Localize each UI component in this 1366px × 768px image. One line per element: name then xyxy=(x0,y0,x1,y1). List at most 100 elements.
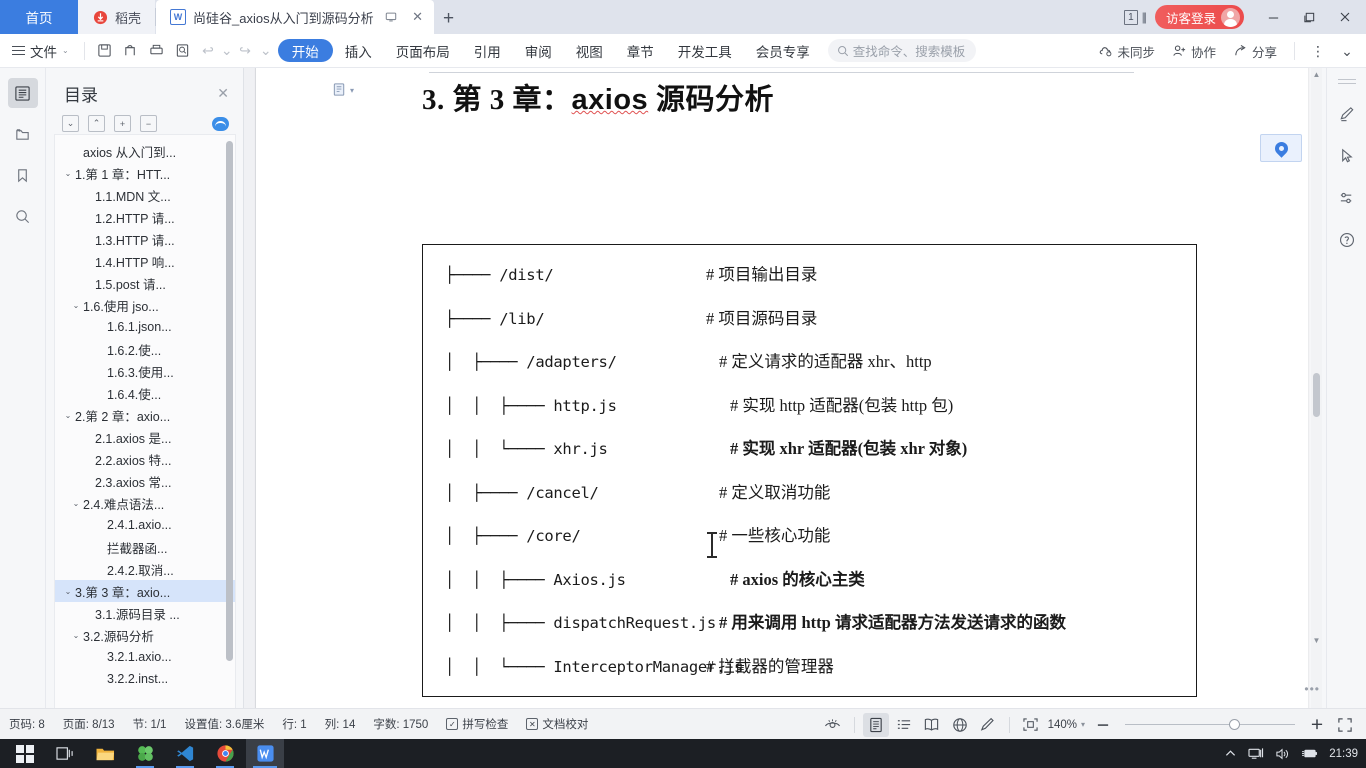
toc-item[interactable]: 3.2.2.inst... xyxy=(55,668,235,690)
toc-item[interactable]: 1.3.HTTP 请... xyxy=(55,228,235,250)
window-minimize-button[interactable] xyxy=(1256,2,1290,32)
toc-scrollbar-thumb[interactable] xyxy=(226,141,233,661)
collaborate-button[interactable]: 协作 xyxy=(1165,38,1223,64)
tab-member-exclusive[interactable]: 会员专享 xyxy=(744,39,822,62)
taskbar-clock[interactable]: 21:39 xyxy=(1329,748,1358,760)
toc-item[interactable]: 2.4.1.axio... xyxy=(55,514,235,536)
status-item[interactable]: 节: 1/1 xyxy=(124,716,176,732)
tab-start[interactable]: 开始 xyxy=(277,39,333,62)
toc-item[interactable]: 1.5.post 请... xyxy=(55,272,235,294)
clover-app-icon[interactable] xyxy=(126,739,164,768)
file-explorer-icon[interactable] xyxy=(86,739,124,768)
eye-icon[interactable] xyxy=(820,713,846,737)
tab-docker[interactable]: 稻壳 xyxy=(78,0,156,34)
tab-home[interactable]: 首页 xyxy=(0,0,78,34)
folder-icon[interactable] xyxy=(8,119,38,149)
tab-detach-icon[interactable] xyxy=(381,7,401,27)
chrome-icon[interactable] xyxy=(206,739,244,768)
status-item[interactable]: 字数: 1750 xyxy=(364,716,437,732)
status-item[interactable]: 行: 1 xyxy=(273,716,315,732)
volume-icon[interactable] xyxy=(1275,747,1290,761)
toc-item[interactable]: 2.2.axios 特... xyxy=(55,448,235,470)
print-icon[interactable] xyxy=(144,38,170,64)
status-item[interactable]: 页码: 8 xyxy=(0,716,54,732)
sync-toc-icon[interactable] xyxy=(212,116,229,131)
redo-icon[interactable] xyxy=(232,38,258,64)
zoom-level-label[interactable]: 140% ▾ xyxy=(1046,719,1088,731)
battery-icon[interactable] xyxy=(1301,747,1318,760)
web-view-icon[interactable] xyxy=(947,713,973,737)
tab-page-layout[interactable]: 页面布局 xyxy=(384,39,462,62)
toc-item[interactable]: 1.6.1.json... xyxy=(55,316,235,338)
command-search-box[interactable]: 查找命令、搜索模板 xyxy=(827,39,977,62)
expand-down-icon[interactable]: ⌄ xyxy=(62,115,79,132)
toc-item[interactable]: 1.1.MDN 文... xyxy=(55,184,235,206)
chevron-down-icon[interactable]: ⌄ xyxy=(61,169,75,178)
bookmark-icon[interactable] xyxy=(8,160,38,190)
location-pin-button[interactable] xyxy=(1260,134,1302,162)
toc-item[interactable]: 3.1.源码目录 ... xyxy=(55,602,235,624)
document-vertical-scrollbar[interactable]: ▲ ▼ xyxy=(1311,68,1322,708)
paste-options-icon[interactable]: ▾ xyxy=(332,82,354,98)
pen-highlight-icon[interactable] xyxy=(1333,101,1361,127)
document-page[interactable]: ▾ 3. 第 3 章：axios 源码分析 ├──── /dist/ # 项目输出… xyxy=(256,68,1308,708)
drag-handle-icon[interactable] xyxy=(1337,76,1356,85)
print-preview-icon[interactable] xyxy=(118,38,144,64)
sync-status-button[interactable]: 未同步 xyxy=(1091,38,1162,64)
toc-item[interactable]: 拦截器函... xyxy=(55,536,235,558)
scroll-more-options-icon[interactable]: ••• xyxy=(1304,682,1320,696)
more-options-icon[interactable]: ⋮ xyxy=(1305,38,1331,64)
toc-item[interactable]: 1.2.HTTP 请... xyxy=(55,206,235,228)
chevron-up-icon[interactable] xyxy=(1224,748,1237,759)
customize-quick-access-icon[interactable]: ⌄ xyxy=(258,38,274,64)
plus-icon[interactable]: + xyxy=(114,115,131,132)
network-icon[interactable] xyxy=(1248,747,1264,761)
outline-view-icon[interactable] xyxy=(891,713,917,737)
tab-insert[interactable]: 插入 xyxy=(333,39,384,62)
find-icon[interactable] xyxy=(170,38,196,64)
help-circle-icon[interactable] xyxy=(1333,227,1361,253)
fit-page-icon[interactable] xyxy=(1018,713,1044,737)
spellcheck-toggle[interactable]: ✓ 拼写检查 xyxy=(437,716,517,732)
tab-close-icon[interactable]: ✕ xyxy=(408,7,428,27)
chevron-down-icon[interactable]: ⌄ xyxy=(61,587,75,596)
tab-document[interactable]: W 尚硅谷_axios从入门到源码分析 ✕ xyxy=(156,0,434,34)
zoom-out-button[interactable] xyxy=(1090,713,1116,737)
toc-item[interactable]: 2.3.axios 常... xyxy=(55,470,235,492)
tab-section[interactable]: 章节 xyxy=(615,39,666,62)
file-menu-button[interactable]: 文件 ⌄ xyxy=(0,41,77,61)
new-tab-button[interactable]: + xyxy=(434,4,464,34)
window-close-button[interactable] xyxy=(1328,2,1362,32)
toc-item[interactable]: ⌄ 1.6.使用 jso... xyxy=(55,294,235,316)
toc-item[interactable]: 1.6.3.使用... xyxy=(55,360,235,382)
caret-undo-icon[interactable]: ⌄ xyxy=(221,38,233,64)
scroll-down-arrow-icon[interactable]: ▼ xyxy=(1311,634,1322,648)
proofread-toggle[interactable]: ✕ 文档校对 xyxy=(517,716,597,732)
toc-item[interactable]: 1.6.4.使... xyxy=(55,382,235,404)
zoom-slider-knob[interactable] xyxy=(1229,719,1240,730)
search-icon[interactable] xyxy=(8,201,38,231)
page-count-badge[interactable]: 1 xyxy=(1124,9,1138,25)
zoom-slider[interactable] xyxy=(1125,719,1295,730)
window-maximize-button[interactable] xyxy=(1292,2,1326,32)
task-view-icon[interactable] xyxy=(46,739,84,768)
toc-item[interactable]: ⌄ 2.第 2 章：axio... xyxy=(55,404,235,426)
source-tree-code-block[interactable]: ├──── /dist/ # 项目输出目录 ├──── /lib/ # 项目源码目录 │… xyxy=(422,244,1197,697)
status-item[interactable]: 列: 14 xyxy=(316,716,365,732)
toc-item[interactable]: 1.6.2.使... xyxy=(55,338,235,360)
toc-item[interactable]: ⌄ 2.4.难点语法... xyxy=(55,492,235,514)
start-icon[interactable] xyxy=(6,739,44,768)
toc-item[interactable]: ⌄ 3.第 3 章：axio... xyxy=(55,580,235,602)
tab-developer-tools[interactable]: 开发工具 xyxy=(666,39,744,62)
toc-item[interactable]: 1.4.HTTP 响... xyxy=(55,250,235,272)
scroll-thumb[interactable] xyxy=(1313,373,1320,417)
guest-login-button[interactable]: 访客登录 xyxy=(1154,5,1244,29)
toc-list-container[interactable]: axios 从入门到... ⌄ 1.第 1 章：HTT... 1.1.MDN 文...… xyxy=(54,134,236,762)
chevron-down-icon[interactable]: ⌄ xyxy=(69,631,83,640)
undo-icon[interactable] xyxy=(196,38,222,64)
vscode-icon[interactable] xyxy=(166,739,204,768)
fullscreen-icon[interactable] xyxy=(1332,713,1358,737)
status-item[interactable]: 设置值: 3.6厘米 xyxy=(175,716,273,732)
collapse-ribbon-icon[interactable]: ⌄ xyxy=(1334,38,1360,64)
toc-item[interactable]: axios 从入门到... xyxy=(55,140,235,162)
